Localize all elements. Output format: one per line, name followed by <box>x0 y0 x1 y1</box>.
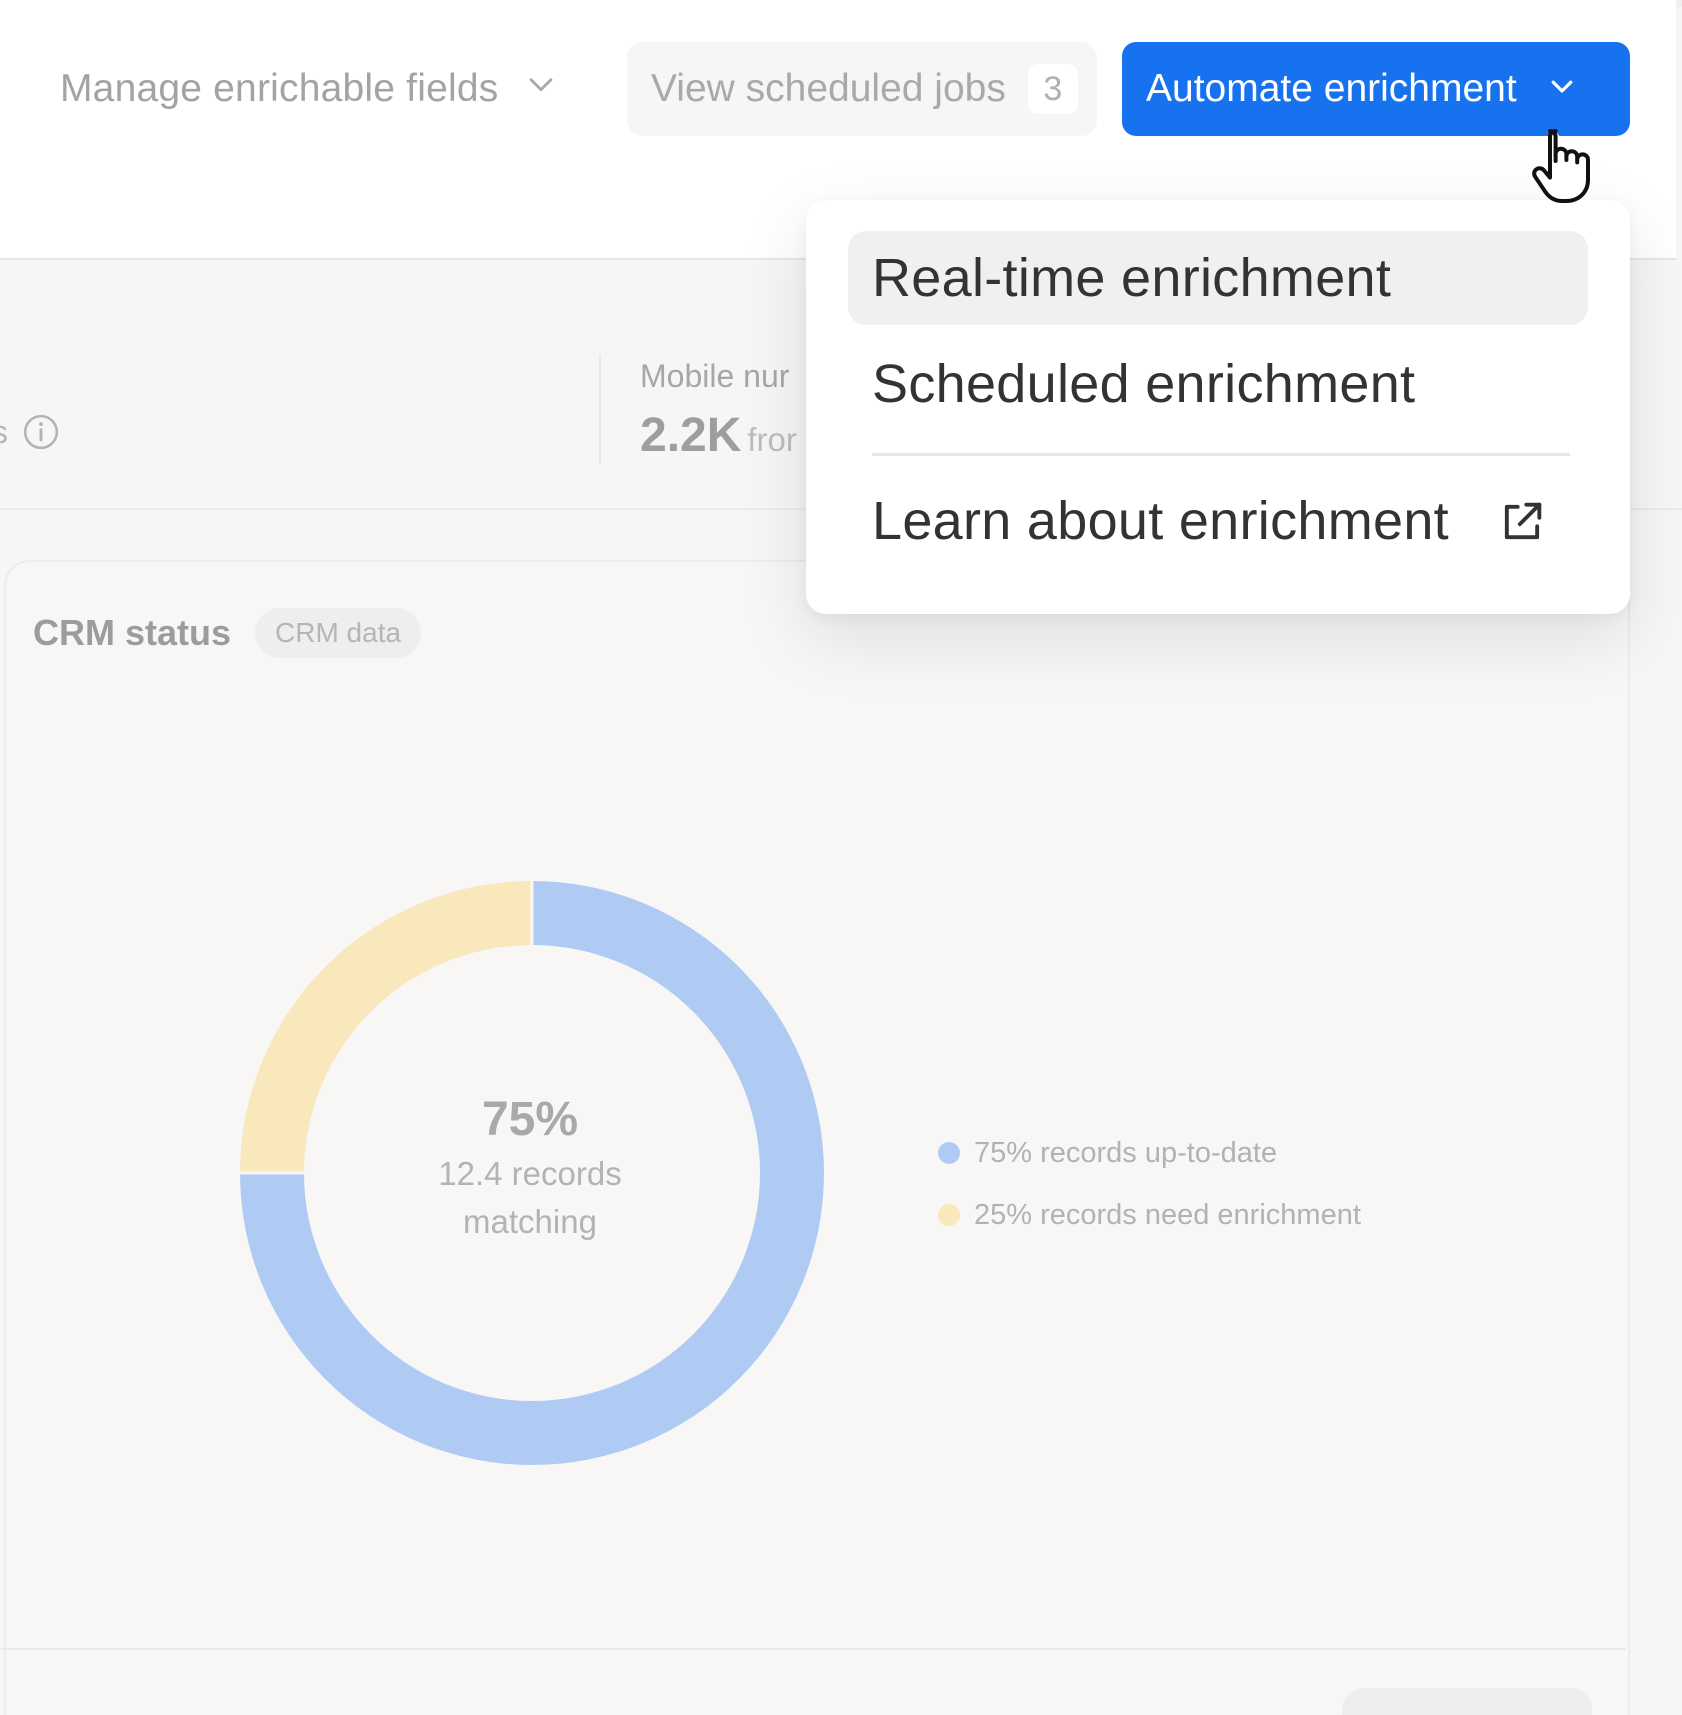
donut-center-line1: 12.4 records <box>438 1155 622 1192</box>
chart-legend: 75% records up-to-date 25% records need … <box>938 1122 1361 1246</box>
legend-item-need-enrichment: 25% records need enrichment <box>938 1184 1361 1246</box>
menu-item-real-time-enrichment[interactable]: Real-time enrichment <box>848 231 1588 325</box>
hand-cursor-icon <box>1528 124 1600 208</box>
chevron-down-icon <box>1547 67 1577 111</box>
mobile-number-stat-label: Mobile nur <box>640 358 790 394</box>
menu-item-learn-about-enrichment[interactable]: Learn about enrichment <box>848 474 1588 568</box>
legend-dot-up-to-date <box>938 1142 960 1164</box>
enrichment-page: Manage enrichable fields View scheduled … <box>0 0 1682 1715</box>
crm-data-badge: CRM data <box>255 608 422 658</box>
bottom-action-button[interactable] <box>1342 1688 1592 1715</box>
donut-center-line2: matching <box>463 1203 597 1240</box>
manage-enrichable-fields-label: Manage enrichable fields <box>60 67 499 110</box>
legend-label-need-enrichment: 25% records need enrichment <box>974 1198 1361 1231</box>
menu-divider <box>872 453 1570 456</box>
card-bottom-divider <box>0 1648 1626 1650</box>
stat-label-partial: s <box>0 414 8 450</box>
stat-divider <box>599 354 601 464</box>
automate-enrichment-menu: Real-time enrichment Scheduled enrichmen… <box>806 200 1630 614</box>
menu-item-label: Real-time enrichment <box>872 248 1392 308</box>
menu-item-label: Scheduled enrichment <box>872 354 1416 414</box>
view-scheduled-jobs-button[interactable]: View scheduled jobs 3 <box>627 42 1097 136</box>
external-link-icon <box>1496 496 1548 548</box>
menu-item-label: Learn about enrichment <box>872 491 1449 551</box>
menu-item-scheduled-enrichment[interactable]: Scheduled enrichment <box>848 337 1588 431</box>
legend-dot-need-enrichment <box>938 1204 960 1226</box>
crm-status-title: CRM status <box>33 612 232 653</box>
view-scheduled-jobs-label: View scheduled jobs <box>651 67 1006 110</box>
legend-label-up-to-date: 75% records up-to-date <box>974 1136 1278 1169</box>
crm-status-card <box>4 560 1630 1715</box>
legend-item-up-to-date: 75% records up-to-date <box>938 1122 1361 1184</box>
chevron-down-icon <box>524 67 558 111</box>
info-icon[interactable] <box>22 413 60 451</box>
automate-enrichment-button[interactable]: Automate enrichment <box>1122 42 1630 136</box>
mobile-number-stat-value: 2.2K fror <box>640 408 797 463</box>
automate-enrichment-label: Automate enrichment <box>1146 67 1517 110</box>
mobile-number-sub: fror <box>747 421 797 458</box>
scheduled-jobs-count-badge: 3 <box>1027 64 1078 114</box>
donut-center-label: 75% 12.4 records matching <box>380 1090 680 1246</box>
mobile-number-value: 2.2K <box>640 409 742 462</box>
manage-enrichable-fields-button[interactable]: Manage enrichable fields <box>60 58 558 120</box>
donut-center-percent: 75% <box>481 1093 579 1146</box>
